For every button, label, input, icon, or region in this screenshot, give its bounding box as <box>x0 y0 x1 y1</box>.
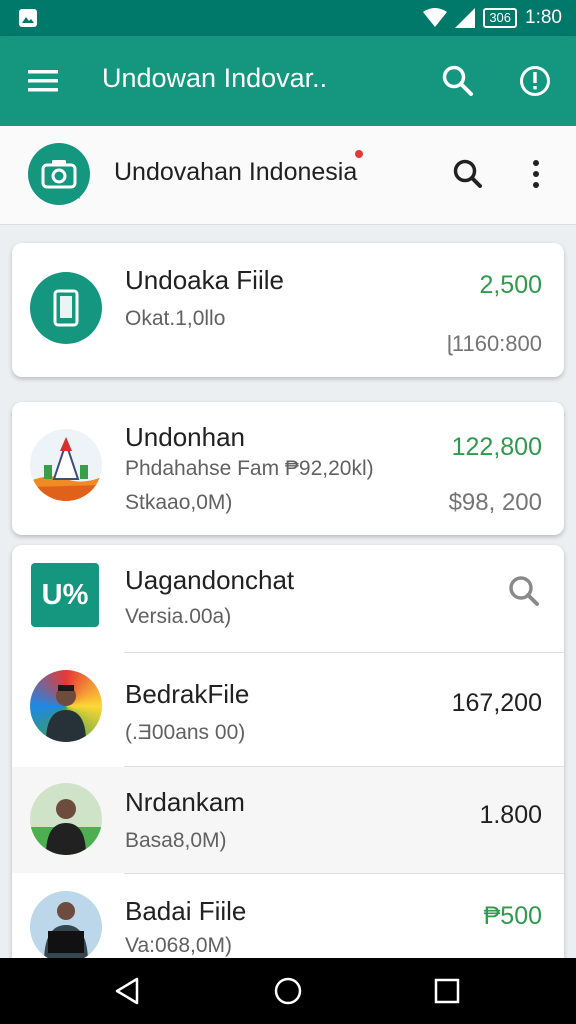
list-item-title: Nrdankam <box>125 787 245 817</box>
wifi-icon <box>423 8 448 27</box>
clock: 1:80 <box>525 7 562 28</box>
file-card[interactable]: Undoaka Fiile Okat.1,0llo 2,500 ɭ1160:80… <box>12 243 564 377</box>
person-avatar <box>30 670 102 742</box>
list-item-amount: ₱500 <box>483 902 542 930</box>
card-title: Undonhan <box>125 422 245 452</box>
recents-square-icon[interactable] <box>430 974 464 1008</box>
search-icon[interactable] <box>506 573 542 609</box>
notification-dot <box>355 150 363 158</box>
list-item-amount: 167,200 <box>451 689 542 717</box>
status-bar: 306 1:80 <box>0 0 576 36</box>
file-card[interactable]: Undonhan Phdahahse Fam ₱92,20kl) Stkaao,… <box>12 402 564 535</box>
battery-indicator: 306 <box>483 8 518 28</box>
list-item-title: BedrakFile <box>125 679 250 709</box>
list-item-subtitle: Basa8,0M) <box>125 829 227 852</box>
list-item-subtitle: Va:068,0M) <box>125 934 232 957</box>
list-item-subtitle: (.Ǝ00ans 00) <box>125 721 246 744</box>
list-header-title: Uagandonchat <box>125 565 295 595</box>
camera-chat-icon[interactable] <box>28 143 90 205</box>
app-title: Undowan Indovar.. <box>102 63 328 93</box>
list-item[interactable]: BedrakFile (.Ǝ00ans 00) 167,200 <box>12 653 564 766</box>
list-item-title: Badai Fiile <box>125 896 247 926</box>
back-triangle-icon[interactable] <box>111 974 145 1008</box>
card-title: Undoaka Fiile <box>125 265 284 295</box>
hamburger-menu-icon[interactable] <box>28 67 58 95</box>
search-icon[interactable] <box>441 64 475 98</box>
signal-icon <box>455 8 476 28</box>
app-bar: Undowan Indovar.. <box>0 36 576 126</box>
card-secondary-value: ɭ1160:800 <box>446 331 542 356</box>
person-avatar <box>30 783 102 855</box>
card-amount: 2,500 <box>479 271 542 299</box>
app-badge-icon: U% <box>31 563 99 627</box>
list-header-row[interactable]: U% Uagandonchat Versia.00a) <box>12 545 564 652</box>
home-circle-icon[interactable] <box>271 974 305 1008</box>
phone-icon <box>30 272 102 344</box>
file-list: U% Uagandonchat Versia.00a) BedrakFile (… <box>12 545 564 975</box>
search-icon[interactable] <box>450 154 486 194</box>
list-header-subtitle: Versia.00a) <box>125 605 232 628</box>
person-avatar <box>30 891 102 963</box>
image-notification-icon <box>19 9 37 27</box>
card-detail: Stkaao,0M) <box>125 491 233 514</box>
card-subtitle: Okat.1,0llo <box>125 307 226 330</box>
alert-info-icon[interactable] <box>518 64 552 98</box>
sub-header: Undovahan Indonesia <box>0 126 576 225</box>
sub-header-title: Undovahan Indonesia <box>114 158 358 186</box>
card-subtitle: Phdahahse Fam ₱92,20kl) <box>125 457 374 480</box>
list-item[interactable]: Nrdankam Basa8,0M) 1.800 <box>12 767 564 873</box>
card-secondary-value: $98, 200 <box>448 489 542 516</box>
more-vert-icon[interactable] <box>518 154 554 194</box>
system-nav-bar <box>0 958 576 1024</box>
card-amount: 122,800 <box>451 433 542 461</box>
temple-avatar <box>30 429 102 501</box>
list-item-amount: 1.800 <box>479 801 542 829</box>
